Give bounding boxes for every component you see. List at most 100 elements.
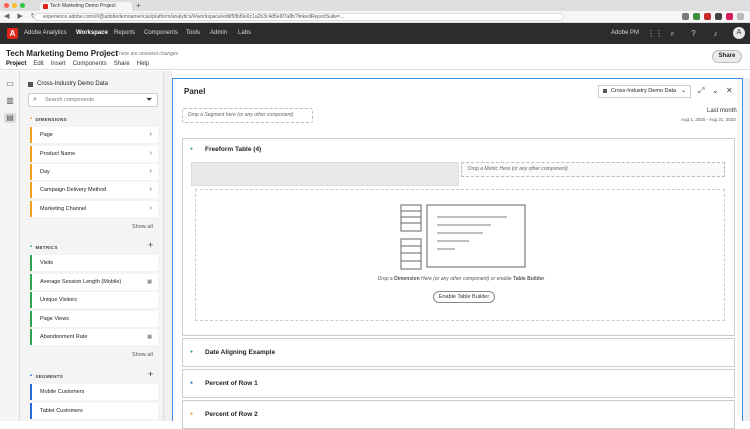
dimensions-header[interactable]: ▪ DIMENSIONS (30, 116, 67, 122)
date-range-label[interactable]: Last month (707, 108, 737, 114)
avatar[interactable]: A (733, 27, 745, 39)
report-suite-selected: Cross-Industry Demo Data (611, 88, 677, 94)
chevron-right-icon[interactable]: › (150, 127, 152, 143)
viz-status-dot: ● (190, 411, 194, 417)
menu-edit[interactable]: Edit (33, 61, 43, 67)
chevron-right-icon[interactable]: › (150, 164, 152, 180)
profile-icon[interactable] (737, 13, 744, 20)
chevron-right-icon[interactable]: › (150, 201, 152, 217)
adobe-logo-icon[interactable]: A (7, 28, 18, 39)
share-button[interactable]: Share (712, 50, 742, 63)
nav-admin[interactable]: Admin (210, 30, 227, 36)
segment-item[interactable]: Tablet Customers (30, 403, 158, 419)
metric-label: Average Session Length (Mobile) (40, 279, 122, 285)
nav-tools[interactable]: Tools (186, 30, 200, 36)
report-suite-dropdown[interactable]: Cross-Industry Demo Data ⌄ (598, 85, 691, 98)
search-input[interactable]: ⌕ Search components (28, 93, 158, 107)
dimension-item[interactable]: Page › (30, 127, 158, 143)
menu-share[interactable]: Share (114, 61, 130, 67)
freeform-table-title[interactable]: Freeform Table (4) (205, 146, 261, 153)
help-icon[interactable]: ? (689, 29, 698, 38)
visualization-collapsed[interactable]: ● Date Aligning Example (182, 338, 735, 367)
window-controls[interactable] (4, 3, 25, 8)
panels-icon[interactable]: ▭ (4, 79, 16, 89)
dimensions-icon: ▪ (30, 116, 33, 122)
filter-icon[interactable]: ⏷ (146, 95, 152, 105)
chevron-right-icon[interactable]: › (150, 146, 152, 162)
dimension-item[interactable]: Campaign Delivery Method › (30, 182, 158, 198)
notifications-icon[interactable]: ♪ (711, 29, 720, 38)
chevron-right-icon[interactable]: › (150, 182, 152, 198)
extension-icon[interactable] (715, 13, 722, 20)
metric-item[interactable]: Page Views (30, 311, 158, 327)
dimension-label: Day (40, 169, 50, 175)
metrics-header[interactable]: ▪ METRICS (30, 244, 58, 250)
minimize-window-icon[interactable] (12, 3, 17, 8)
menu-insert[interactable]: Insert (51, 61, 66, 67)
nav-reports[interactable]: Reports (114, 30, 135, 36)
metrics-show-all[interactable]: Show all (132, 352, 153, 358)
extension-icon[interactable] (682, 13, 689, 20)
extension-icon[interactable] (726, 13, 733, 20)
extension-icon[interactable] (693, 13, 700, 20)
new-tab-button[interactable]: + (136, 1, 141, 10)
metric-item[interactable]: Average Session Length (Mobile) ▦ (30, 274, 158, 290)
segment-label: Tablet Customers (40, 408, 83, 414)
segment-drop-zone[interactable]: Drop a Segment here (or any other compon… (182, 108, 313, 123)
viz-status-dot: ● (190, 349, 194, 355)
dimension-drop-zone[interactable]: Drop a Dimension Here (or any other comp… (195, 189, 725, 321)
panel-title[interactable]: Panel (184, 87, 205, 96)
collapse-icon[interactable]: ⌄ (712, 86, 719, 95)
nav-labs[interactable]: Labs (238, 30, 251, 36)
dimension-label: Product Name (40, 151, 76, 157)
dimension-item[interactable]: Day › (30, 164, 158, 180)
hint-table-builder: Table Builder (513, 276, 545, 282)
org-name[interactable]: Adobe PM (611, 30, 639, 36)
search-icon[interactable]: ⌕ (668, 29, 677, 38)
add-segment-icon[interactable]: + (148, 369, 153, 379)
nav-workspace[interactable]: Workspace (76, 30, 108, 36)
visualization-collapsed[interactable]: ● Percent of Row 2 (182, 400, 735, 429)
segments-header[interactable]: ▪ SEGMENTS (30, 373, 63, 379)
visualization-title[interactable]: Percent of Row 2 (205, 411, 258, 418)
star-icon[interactable]: ☆ (100, 48, 108, 59)
nav-components[interactable]: Components (144, 30, 178, 36)
visualization-title[interactable]: Date Aligning Example (205, 349, 275, 356)
report-suite-label[interactable]: Cross-Industry Demo Data (28, 81, 108, 87)
calculated-metric-icon: ▦ (147, 279, 152, 285)
add-metric-icon[interactable]: + (148, 240, 153, 250)
metric-drop-zone[interactable]: Drop a Metric Here (or any other compone… (461, 162, 725, 177)
address-bar[interactable]: experience.adobe.com/#/@adobedemoamerica… (34, 13, 564, 21)
panel-expand-icon[interactable]: ⤢ (698, 86, 704, 96)
dimensions-show-all[interactable]: Show all (132, 224, 153, 230)
extension-icon[interactable] (704, 13, 711, 20)
visualizations-icon[interactable]: ▥ (4, 96, 16, 106)
segments-icon: ▪ (30, 373, 33, 379)
sidebar-divider[interactable] (164, 71, 172, 421)
search-icon: ⌕ (33, 96, 37, 103)
workspace-scrollbar[interactable] (743, 78, 750, 421)
date-range-value[interactable]: Aug 1, 2020 - Aug 31, 2020 (681, 117, 736, 122)
visualization-collapsed[interactable]: ● Percent of Row 1 (182, 369, 735, 398)
app-name[interactable]: Adobe Analytics (24, 30, 67, 36)
app-grid-icon[interactable]: ⋮⋮ (647, 29, 663, 38)
browser-tab[interactable]: Tech Marketing Demo Project (40, 2, 132, 11)
menu-project[interactable]: Project (6, 61, 26, 67)
table-builder-hint: Drop a Dimension Here (or any other comp… (196, 276, 726, 282)
unsaved-status: There are unsaved changes (116, 51, 179, 57)
dimension-label: Campaign Delivery Method (40, 187, 107, 193)
close-window-icon[interactable] (4, 3, 9, 8)
components-icon[interactable]: ▤ (4, 113, 16, 123)
menu-help[interactable]: Help (137, 61, 149, 67)
metric-item[interactable]: Abandonment Rate ▦ (30, 329, 158, 345)
segment-item[interactable]: Mobile Customers (30, 384, 158, 400)
dimension-item[interactable]: Product Name › (30, 146, 158, 162)
metric-item[interactable]: Visits (30, 255, 158, 271)
visualization-title[interactable]: Percent of Row 1 (205, 380, 258, 387)
maximize-window-icon[interactable] (20, 3, 25, 8)
enable-table-builder-button[interactable]: Enable Table Builder (433, 291, 495, 303)
metric-item[interactable]: Unique Visitors (30, 292, 158, 308)
dimension-item[interactable]: Marketing Channel › (30, 201, 158, 217)
menu-components[interactable]: Components (73, 61, 107, 67)
close-icon[interactable]: ✕ (726, 86, 733, 95)
